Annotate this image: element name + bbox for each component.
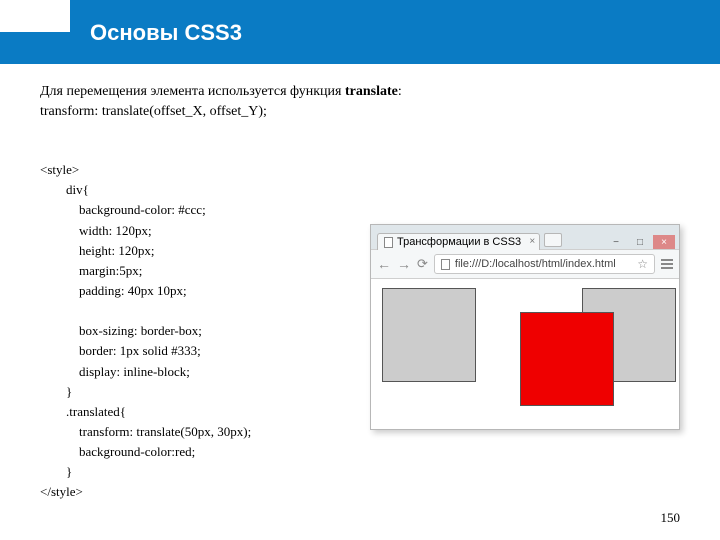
code-line: margin:5px; <box>40 263 142 278</box>
intro-colon: : <box>398 84 402 99</box>
browser-tabstrip: Трансформации в CSS3 × − □ × <box>371 225 679 249</box>
new-tab-button[interactable] <box>544 233 562 247</box>
code-line: background-color:red; <box>40 444 195 459</box>
url-text: file:///D:/localhost/html/index.html <box>455 258 632 270</box>
window-maximize-button[interactable]: □ <box>629 235 651 249</box>
code-line: } <box>40 384 72 399</box>
slide-content: Для перемещения элемента используется фу… <box>0 64 720 540</box>
file-icon <box>441 259 450 270</box>
square-box-translated <box>520 312 614 406</box>
slide-header: Основы CSS3 <box>0 0 720 64</box>
browser-window: Трансформации в CSS3 × − □ × ← → ⟳ file:… <box>370 224 680 430</box>
page-number: 150 <box>661 510 681 526</box>
reload-icon[interactable]: ⟳ <box>417 256 428 272</box>
code-line: </style> <box>40 484 83 499</box>
window-controls: − □ × <box>605 232 679 249</box>
code-line: div{ <box>40 182 89 197</box>
code-line: background-color: #ccc; <box>40 202 206 217</box>
close-tab-icon[interactable]: × <box>529 236 535 247</box>
code-line: transform: translate(50px, 30px); <box>40 424 251 439</box>
code-line: width: 120px; <box>40 223 152 238</box>
browser-tab[interactable]: Трансформации в CSS3 × <box>377 233 540 250</box>
intro-line-2: transform: translate(offset_X, offset_Y)… <box>40 104 680 120</box>
page-icon <box>384 237 393 248</box>
forward-icon[interactable]: → <box>397 256 411 272</box>
code-line: } <box>40 464 72 479</box>
window-close-button[interactable]: × <box>653 235 675 249</box>
header-notch <box>0 0 70 32</box>
menu-icon[interactable] <box>661 259 673 269</box>
slide-title: Основы CSS3 <box>90 20 242 46</box>
intro-keyword: translate <box>345 84 398 99</box>
square-box <box>382 288 476 382</box>
bookmark-icon[interactable]: ☆ <box>637 257 648 271</box>
code-line: .translated{ <box>40 404 126 419</box>
back-icon[interactable]: ← <box>377 256 391 272</box>
window-minimize-button[interactable]: − <box>605 235 627 249</box>
address-bar[interactable]: file:///D:/localhost/html/index.html ☆ <box>434 254 655 274</box>
code-line: border: 1px solid #333; <box>40 343 201 358</box>
browser-toolbar: ← → ⟳ file:///D:/localhost/html/index.ht… <box>371 249 679 279</box>
code-line: box-sizing: border-box; <box>40 323 202 338</box>
browser-viewport <box>371 279 679 429</box>
tab-title: Трансформации в CSS3 <box>397 236 521 248</box>
code-line: <style> <box>40 162 79 177</box>
intro-line-1: Для перемещения элемента используется фу… <box>40 84 680 100</box>
code-line: height: 120px; <box>40 243 154 258</box>
code-line: display: inline-block; <box>40 364 190 379</box>
code-line: padding: 40px 10px; <box>40 283 187 298</box>
intro-text: Для перемещения элемента используется фу… <box>40 84 345 99</box>
